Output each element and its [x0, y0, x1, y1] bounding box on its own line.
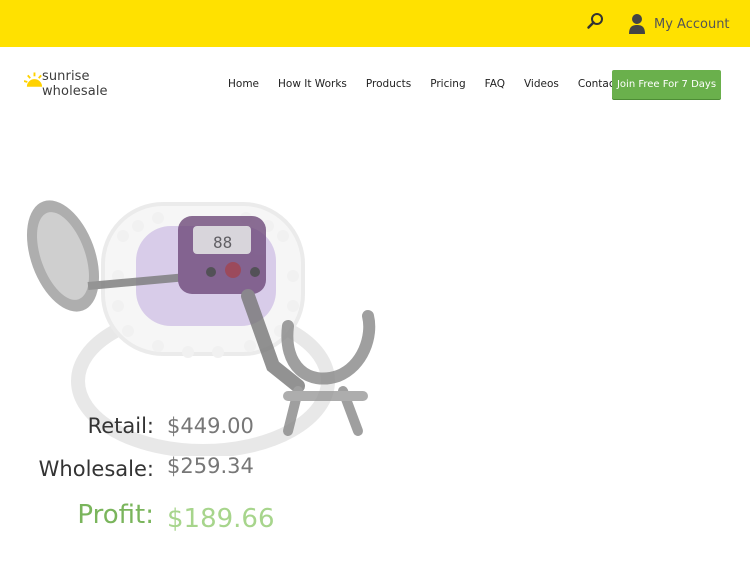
join-free-button[interactable]: Join Free For 7 Days — [612, 70, 721, 99]
logo[interactable]: sunrise wholesale — [24, 68, 154, 99]
wholesale-price: $259.34 — [167, 454, 254, 478]
nav-videos[interactable]: Videos — [524, 78, 559, 90]
retail-label: Retail: — [87, 414, 154, 438]
nav-home[interactable]: Home — [228, 78, 259, 90]
profit-label: Profit: — [77, 500, 154, 530]
nav-pricing[interactable]: Pricing — [430, 78, 465, 90]
nav-how-it-works[interactable]: How It Works — [278, 78, 347, 90]
profit-value: $189.66 — [167, 504, 275, 534]
logo-text: sunrise wholesale — [41, 68, 108, 99]
nav-faq[interactable]: FAQ — [485, 78, 505, 90]
wholesale-label: Wholesale: — [38, 457, 154, 481]
nav-products[interactable]: Products — [366, 78, 411, 90]
my-account-link[interactable]: My Account — [628, 10, 730, 38]
svg-text:88: 88 — [213, 233, 232, 252]
search-icon[interactable] — [586, 11, 606, 31]
user-icon — [629, 14, 645, 34]
main-nav: Home How It Works Products Pricing FAQ V… — [228, 70, 654, 98]
top-bar: My Account — [0, 0, 750, 47]
my-account-label: My Account — [654, 16, 730, 32]
retail-price: $449.00 — [167, 414, 254, 438]
